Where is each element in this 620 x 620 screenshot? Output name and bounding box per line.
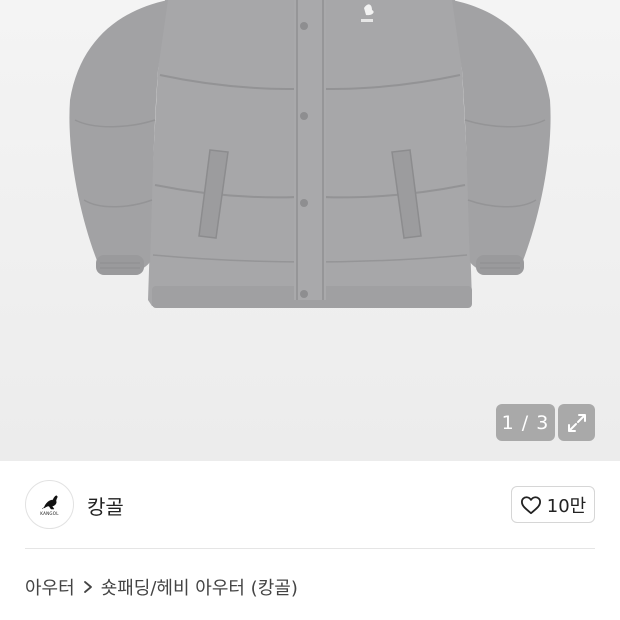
brand-logo[interactable]: KANGOL — [25, 480, 74, 529]
like-count: 10만 — [546, 495, 587, 517]
product-image-gallery[interactable]: 1 / 3 — [0, 0, 620, 461]
heart-outline-icon — [520, 495, 541, 514]
product-image — [69, 0, 551, 308]
cutoff-content — [25, 612, 445, 620]
like-button[interactable]: 10만 — [511, 486, 595, 523]
expand-button[interactable] — [558, 404, 595, 441]
breadcrumb: 아우터 숏패딩/헤비 아우터 (캉골) — [25, 574, 298, 600]
breadcrumb-separator — [83, 580, 93, 594]
brand-row: KANGOL 캉골 10만 — [0, 461, 620, 547]
brand-logo-text: KANGOL — [40, 510, 59, 516]
kangaroo-logo-icon — [41, 495, 58, 509]
expand-icon — [567, 413, 586, 432]
divider — [25, 548, 595, 549]
image-counter: 1 / 3 — [496, 404, 555, 441]
breadcrumb-item-category[interactable]: 아우터 — [25, 574, 75, 600]
breadcrumb-item-subcategory[interactable]: 숏패딩/헤비 아우터 (캉골) — [101, 574, 298, 600]
brand-name[interactable]: 캉골 — [87, 491, 124, 520]
chevron-right-icon — [83, 581, 92, 593]
